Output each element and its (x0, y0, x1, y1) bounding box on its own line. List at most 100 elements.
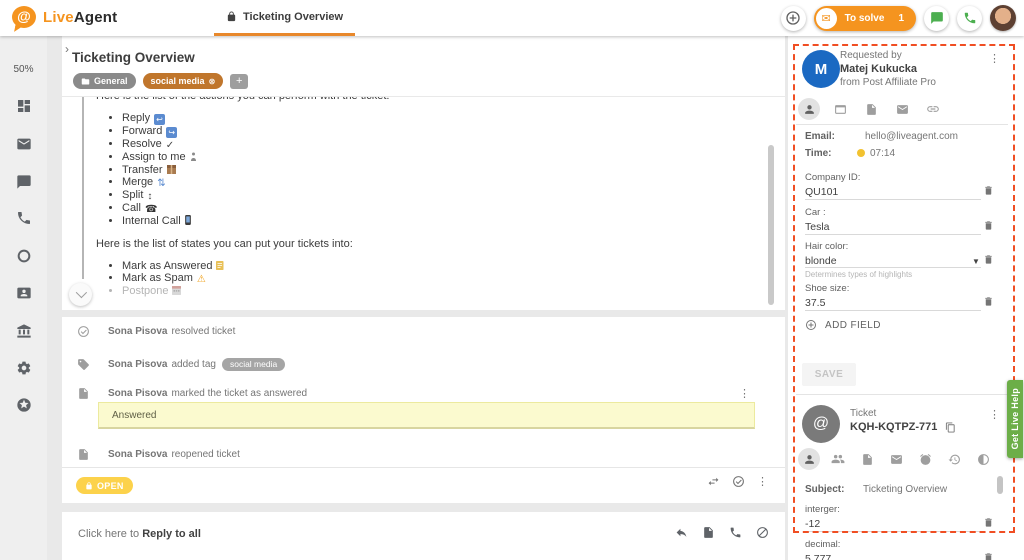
warning-emoji-icon: ⚠ (197, 275, 206, 284)
trash-icon (983, 254, 994, 265)
ticket-tab-alarm[interactable] (914, 448, 936, 470)
remove-tag-icon[interactable]: ⊗ (209, 77, 216, 86)
field-value-dropdown[interactable]: blonde (805, 255, 837, 267)
tag-social-media[interactable]: social media ⊗ (143, 73, 224, 89)
contact-tab-card[interactable] (829, 98, 851, 120)
activity-row-answered: Sona Pisova marked the ticket as answere… (62, 383, 785, 403)
add-tag-button[interactable]: + (230, 74, 248, 89)
collapse-chevron-icon[interactable]: › (65, 42, 69, 56)
email-value[interactable]: hello@liveagent.com (865, 131, 958, 142)
ticket-tab-contrast[interactable] (972, 448, 994, 470)
ticket-tab-files[interactable] (856, 448, 878, 470)
group-icon (831, 452, 845, 466)
tags-row: General social media ⊗ + (73, 73, 248, 89)
user-avatar[interactable] (990, 5, 1016, 31)
top-header: @ LiveAgent Ticketing Overview ✉ To solv… (0, 0, 1024, 36)
delete-field-button[interactable] (983, 296, 994, 307)
sidebar-item-chats[interactable] (0, 170, 47, 194)
tag-icon (77, 358, 90, 371)
activity-user: Sona Pisova (108, 449, 167, 460)
status-badge-open[interactable]: OPEN (76, 477, 133, 494)
resolve-button[interactable] (732, 475, 745, 488)
delete-field-button[interactable] (983, 185, 994, 196)
delete-field-button[interactable] (983, 552, 994, 560)
delete-field-button[interactable] (983, 220, 994, 231)
answered-note: Answered (98, 402, 755, 429)
tab-ticketing-overview[interactable]: Ticketing Overview (214, 0, 355, 36)
chevron-down-icon[interactable]: ▼ (972, 257, 980, 266)
reply-to-all-field[interactable]: Click here to Reply to all (78, 528, 201, 540)
message-scrollbar[interactable] (768, 145, 774, 305)
ticket-tab-participants[interactable] (827, 448, 849, 470)
activity-user: Sona Pisova (108, 388, 167, 399)
split-arrows-emoji-icon: ↕ (147, 192, 152, 201)
sidebar-item-companies[interactable] (0, 319, 47, 343)
reply-prefix: Click here to (78, 528, 139, 540)
zoom-level: 50% (0, 64, 47, 75)
phone-icon (963, 11, 977, 25)
ticket-tab-details[interactable] (798, 448, 820, 470)
phone-icon (729, 526, 742, 539)
sidebar-item-calls[interactable] (0, 206, 47, 230)
field-value[interactable]: Tesla (805, 221, 830, 233)
sidebar-item-settings[interactable] (0, 356, 47, 380)
action-label: Internal Call (122, 215, 181, 227)
call-contact-button[interactable] (729, 526, 742, 539)
calendar-emoji-icon (172, 286, 181, 295)
row-menu-icon[interactable]: ⋮ (739, 387, 750, 400)
contact-tab-files[interactable] (860, 98, 882, 120)
action-label: Resolve (122, 138, 162, 150)
action-label: Merge (122, 176, 153, 188)
sidebar-item-social[interactable] (0, 244, 47, 268)
field-value[interactable]: 37.5 (805, 297, 825, 309)
more-actions-icon[interactable]: ⋮ (757, 475, 768, 488)
field-value[interactable]: 5.777 (805, 553, 831, 560)
left-sidebar: 50% (0, 36, 47, 560)
add-new-button[interactable] (781, 6, 806, 31)
get-live-help-tab[interactable]: Get Live Help (1007, 380, 1023, 458)
swap-arrows-icon (707, 475, 720, 488)
mobile-emoji-icon (185, 215, 191, 225)
save-button[interactable]: SAVE (802, 363, 856, 386)
requester-avatar[interactable]: M (802, 50, 840, 88)
field-label: interger: (805, 504, 840, 515)
reply-toolbar (675, 526, 769, 539)
ticket-tab-mail[interactable] (885, 448, 907, 470)
activity-row-tag: Sona Pisova added tag social media (62, 354, 785, 374)
chat-button[interactable] (924, 6, 949, 31)
block-button[interactable] (756, 526, 769, 539)
delete-field-button[interactable] (983, 254, 994, 265)
delete-field-button[interactable] (983, 517, 994, 528)
sidebar-item-dashboard[interactable] (0, 94, 47, 118)
field-value[interactable]: QU101 (805, 186, 838, 198)
ticket-avatar: @ (802, 405, 840, 443)
time-value: 07:14 (870, 148, 895, 159)
call-button[interactable] (957, 6, 982, 31)
ticket-tab-history[interactable] (943, 448, 965, 470)
person-icon (803, 103, 816, 116)
field-value[interactable]: -12 (805, 518, 820, 530)
action-label: Reply (122, 112, 150, 124)
reply-button[interactable] (675, 526, 688, 539)
requester-menu-icon[interactable]: ⋮ (989, 52, 1000, 65)
contact-tab-mail[interactable] (891, 98, 913, 120)
note-button[interactable] (702, 526, 715, 539)
add-field-button[interactable]: ADD FIELD (805, 319, 881, 331)
sidebar-item-contacts[interactable] (0, 281, 47, 305)
to-solve-button[interactable]: ✉ To solve 1 (814, 6, 916, 31)
transfer-button[interactable] (707, 475, 720, 488)
field-underline (805, 267, 981, 268)
tag-general[interactable]: General (73, 73, 136, 89)
logo-text: LiveAgent (43, 9, 117, 26)
panel-scrollbar[interactable] (997, 476, 1003, 494)
expand-message-button[interactable] (69, 283, 92, 306)
contact-tab-link[interactable] (922, 98, 944, 120)
ticket-menu-icon[interactable]: ⋮ (989, 408, 1000, 421)
liveagent-logo[interactable]: @ LiveAgent (12, 6, 117, 28)
copy-icon[interactable] (945, 422, 956, 433)
sidebar-item-tickets[interactable] (0, 132, 47, 156)
sidebar-item-gamification[interactable] (0, 393, 47, 417)
contact-tab-person[interactable] (798, 98, 820, 120)
tag-social-label: social media (151, 76, 205, 86)
ticket-code-text: KQH-KQTPZ-771 (850, 421, 937, 433)
